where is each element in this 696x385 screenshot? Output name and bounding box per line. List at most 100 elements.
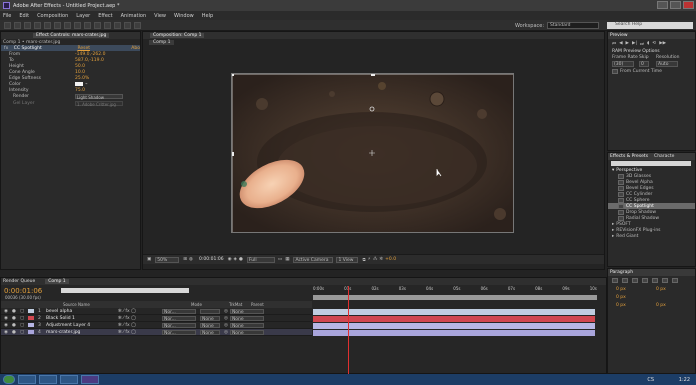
layer-switches[interactable]: ✻ ⁄ fx ◯ bbox=[118, 316, 162, 321]
lock-icon[interactable]: ▢ bbox=[20, 330, 28, 335]
layer-name[interactable]: bevel alpha bbox=[46, 309, 118, 314]
layer-name[interactable]: mars-crater.jpg bbox=[46, 330, 118, 335]
minimize-button[interactable] bbox=[657, 1, 668, 9]
effects-presets-tab[interactable]: Effects & Presets bbox=[610, 154, 648, 159]
flowchart-icon[interactable]: ⁂ bbox=[373, 257, 378, 262]
visibility-eye-icon[interactable]: ◉ bbox=[4, 309, 12, 314]
collapse-triangle-icon[interactable]: ▸ bbox=[612, 228, 614, 233]
taskbar-media-icon[interactable] bbox=[39, 375, 57, 384]
gel-layer-dropdown[interactable]: 1. Adobe Critter.jpg bbox=[75, 101, 123, 107]
reset-exposure-icon[interactable]: ✲ bbox=[379, 257, 383, 262]
menu-window[interactable]: Window bbox=[174, 13, 194, 19]
layer-duration-bar[interactable] bbox=[313, 323, 595, 329]
pan-behind-tool-icon[interactable] bbox=[54, 22, 61, 29]
paragraph-tab[interactable]: Paragraph bbox=[610, 270, 633, 275]
pickwhip-icon[interactable]: ◎ bbox=[224, 316, 228, 321]
loop-icon[interactable]: ⟲ bbox=[652, 41, 656, 46]
about-link[interactable]: Abo bbox=[131, 46, 140, 51]
rotate-tool-icon[interactable] bbox=[34, 22, 41, 29]
composition-viewer-canvas[interactable] bbox=[231, 73, 514, 233]
layer-duration-bar[interactable] bbox=[313, 330, 595, 336]
exposure-value[interactable]: +0.0 bbox=[385, 257, 396, 262]
timeline-timecode[interactable]: 0:00:01:06 bbox=[4, 287, 42, 295]
visibility-eye-icon[interactable]: ◉ bbox=[4, 323, 12, 328]
first-frame-icon[interactable]: ⏮ bbox=[612, 41, 616, 47]
indent-left-value[interactable]: 0 px bbox=[616, 287, 656, 292]
resolution-dropdown[interactable]: Full bbox=[246, 256, 275, 263]
zoom-dropdown[interactable]: 50% bbox=[155, 256, 180, 263]
layer-trkmat-dropdown[interactable]: None bbox=[200, 322, 220, 329]
to-value[interactable]: 587.0,-119.0 bbox=[75, 58, 104, 63]
fx-icon[interactable]: fx bbox=[4, 46, 14, 51]
space-after-value[interactable]: 0 px bbox=[656, 303, 666, 308]
frame-rate-dropdown[interactable]: (30) bbox=[612, 61, 634, 67]
layer-trkmat-dropdown[interactable]: None bbox=[200, 315, 220, 322]
layer-duration-bar[interactable] bbox=[313, 316, 595, 322]
preview-tab[interactable]: Preview bbox=[610, 33, 628, 38]
channel-icon[interactable]: ● bbox=[239, 257, 243, 262]
grid-icon[interactable]: ⊞ bbox=[183, 257, 187, 262]
timeline-layer-row[interactable]: ◉ ● ▢ 3 Adjustment Layer 4 ✻ ⁄ fx ◯ Nor... None… bbox=[1, 322, 312, 329]
playhead[interactable] bbox=[348, 286, 350, 374]
clone-stamp-tool-icon[interactable] bbox=[104, 22, 111, 29]
label-color-swatch[interactable] bbox=[28, 330, 34, 334]
layer-switches[interactable]: ✻ ⁄ fx ◯ bbox=[118, 309, 162, 314]
align-left-icon[interactable] bbox=[612, 278, 618, 283]
close-button[interactable] bbox=[683, 1, 694, 9]
layer-parent-dropdown[interactable]: None bbox=[229, 322, 264, 329]
search-help-input[interactable]: Search Help bbox=[607, 22, 693, 29]
next-frame-icon[interactable]: ▶| bbox=[632, 41, 637, 46]
menu-edit[interactable]: Edit bbox=[19, 13, 29, 19]
collapse-triangle-icon[interactable]: ▸ bbox=[612, 222, 614, 227]
roto-brush-tool-icon[interactable] bbox=[124, 22, 131, 29]
from-current-time-checkbox[interactable] bbox=[612, 68, 618, 74]
solo-icon[interactable]: ● bbox=[12, 323, 20, 328]
solo-icon[interactable]: ● bbox=[12, 316, 20, 321]
comp-1-timeline-tab[interactable]: Comp 1 bbox=[45, 279, 69, 284]
render-queue-tab[interactable]: Render Queue bbox=[3, 279, 35, 284]
pickwhip-icon[interactable]: ◎ bbox=[224, 309, 228, 314]
layer-name[interactable]: Adjustment Layer 4 bbox=[46, 323, 118, 328]
cone-angle-value[interactable]: 10.0 bbox=[75, 70, 85, 75]
last-frame-icon[interactable]: ⏭ bbox=[640, 41, 644, 47]
taskbar-browser-icon[interactable] bbox=[60, 375, 78, 384]
layer-trkmat-dropdown[interactable] bbox=[200, 308, 220, 314]
reset-link[interactable]: Reset bbox=[77, 46, 131, 51]
eyedropper-icon[interactable]: ⌁ bbox=[85, 82, 88, 87]
trkmat-header[interactable]: TrkMat bbox=[229, 302, 251, 307]
render-dropdown[interactable]: Light Shadow bbox=[75, 94, 123, 100]
puppet-pin-tool-icon[interactable] bbox=[134, 22, 141, 29]
camera-tool-icon[interactable] bbox=[44, 22, 51, 29]
fast-previews-icon[interactable]: ⚡ bbox=[368, 257, 371, 262]
layer-switches[interactable]: ✻ ⁄ fx ◯ bbox=[118, 330, 162, 335]
layer-mode-dropdown[interactable]: Nor... bbox=[162, 308, 196, 315]
mute-audio-icon[interactable]: ◖ bbox=[647, 41, 649, 46]
parent-header[interactable]: Parent bbox=[251, 302, 264, 307]
always-preview-icon[interactable]: ▣ bbox=[147, 257, 151, 262]
maximize-button[interactable] bbox=[670, 1, 681, 9]
menu-layer[interactable]: Layer bbox=[76, 13, 90, 19]
menu-composition[interactable]: Composition bbox=[37, 13, 68, 19]
time-ruler[interactable]: 0:00s01s02s03s04s05s06s07s08s09s10s bbox=[313, 286, 597, 294]
height-value[interactable]: 50.0 bbox=[75, 64, 85, 69]
zoom-tool-icon[interactable] bbox=[24, 22, 31, 29]
character-tab[interactable]: Characte bbox=[654, 154, 674, 159]
layer-switches[interactable]: ✻ ⁄ fx ◯ bbox=[118, 323, 162, 328]
ram-preview-icon[interactable]: ▶▶ bbox=[659, 41, 666, 46]
layer-mode-dropdown[interactable]: Nor... bbox=[162, 315, 196, 322]
taskbar-after-effects-icon[interactable] bbox=[81, 375, 99, 384]
menu-effect[interactable]: Effect bbox=[98, 13, 112, 19]
transparency-grid-icon[interactable]: ▦ bbox=[285, 257, 289, 262]
start-button[interactable] bbox=[3, 375, 15, 384]
indent-right-value[interactable]: 0 px bbox=[656, 287, 666, 292]
justify-left-icon[interactable] bbox=[642, 278, 648, 283]
menu-animation[interactable]: Animation bbox=[121, 13, 147, 19]
layer-mode-dropdown[interactable]: Nor... bbox=[162, 329, 196, 336]
layer-parent-dropdown[interactable]: None bbox=[229, 315, 264, 322]
effects-search-input[interactable] bbox=[611, 161, 691, 166]
comp-timecode[interactable]: 0:00:01:06 bbox=[199, 257, 224, 262]
collapse-triangle-icon[interactable]: ▸ bbox=[612, 234, 614, 239]
label-color-swatch[interactable] bbox=[28, 316, 34, 320]
solo-icon[interactable]: ● bbox=[12, 309, 20, 314]
edge-softness-value[interactable]: 25.0% bbox=[75, 76, 89, 81]
